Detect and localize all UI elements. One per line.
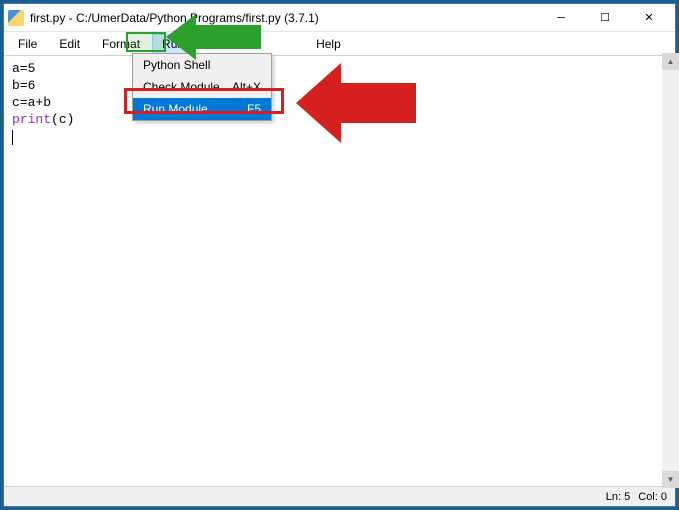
close-button[interactable]: ✕ <box>627 4 671 32</box>
window-controls: ─ ☐ ✕ <box>539 4 671 32</box>
code-line-4: print(c) <box>12 111 667 128</box>
code-editor[interactable]: a=5 b=6 c=a+b print(c) <box>4 56 675 486</box>
vertical-scrollbar[interactable]: ▲ ▼ <box>662 53 679 488</box>
menu-run[interactable]: Run <box>152 34 194 54</box>
keyword-print: print <box>12 112 51 127</box>
idle-window: first.py - C:/UmerData/Python Programs/f… <box>3 3 676 507</box>
menu-format[interactable]: Format <box>92 34 150 54</box>
titlebar: first.py - C:/UmerData/Python Programs/f… <box>4 4 675 32</box>
menu-help[interactable]: Help <box>306 34 351 54</box>
status-line: Ln: 5 <box>606 491 630 503</box>
minimize-button[interactable]: ─ <box>539 4 583 32</box>
code-line-5 <box>12 128 667 145</box>
run-dropdown: Python Shell Check Module Alt+X Run Modu… <box>132 53 272 121</box>
python-icon <box>8 10 24 26</box>
scroll-down-icon[interactable]: ▼ <box>662 471 679 488</box>
code-line-1: a=5 <box>12 60 667 77</box>
maximize-button[interactable]: ☐ <box>583 4 627 32</box>
menu-edit[interactable]: Edit <box>49 34 90 54</box>
menu-file[interactable]: File <box>8 34 47 54</box>
text-cursor <box>12 130 13 145</box>
dropdown-python-shell[interactable]: Python Shell <box>133 54 271 76</box>
code-line-3: c=a+b <box>12 94 667 111</box>
scroll-up-icon[interactable]: ▲ <box>662 53 679 70</box>
statusbar: Ln: 5 Col: 0 <box>4 486 675 506</box>
code-line-2: b=6 <box>12 77 667 94</box>
dropdown-check-module[interactable]: Check Module Alt+X <box>133 76 271 98</box>
status-col: Col: 0 <box>638 491 667 503</box>
dropdown-run-module[interactable]: Run Module F5 <box>133 98 271 120</box>
window-title: first.py - C:/UmerData/Python Programs/f… <box>30 11 539 25</box>
menubar: File Edit Format Run Help <box>4 32 675 56</box>
